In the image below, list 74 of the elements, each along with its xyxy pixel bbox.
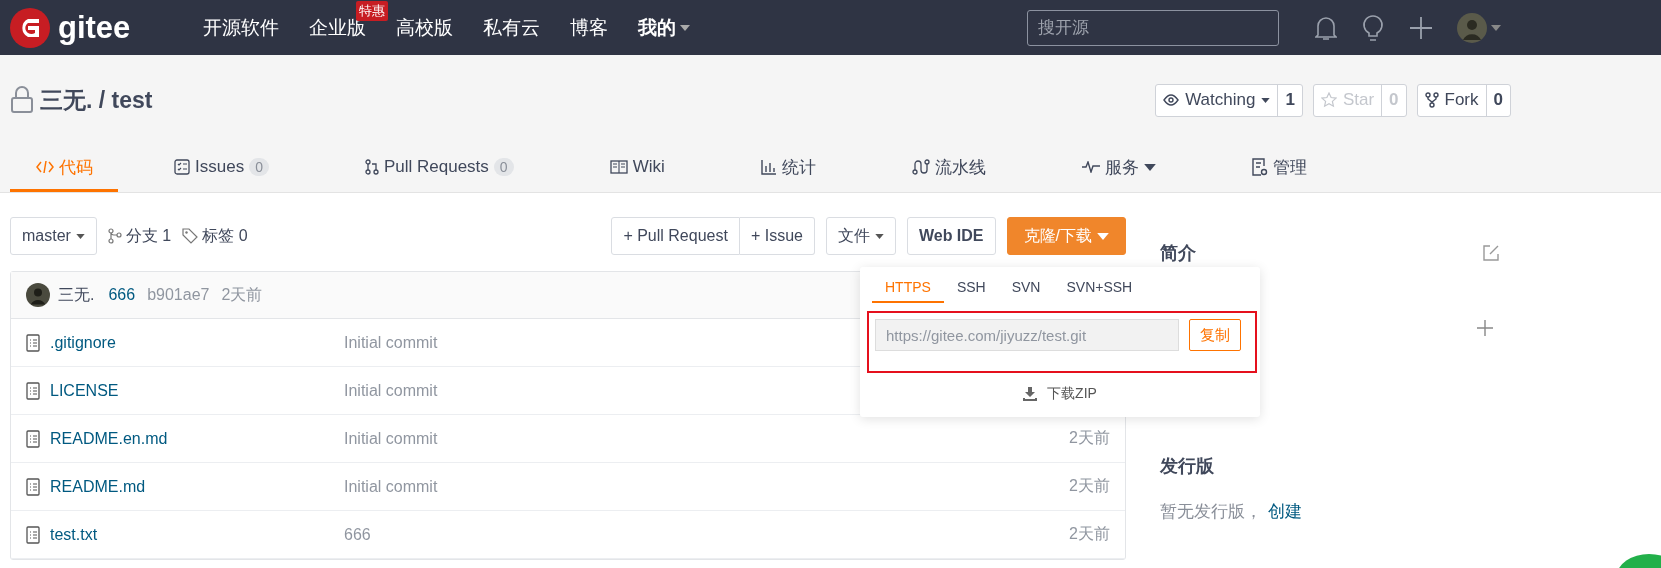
section-title: 简介 [1160, 242, 1196, 265]
repo-tab[interactable]: Pull Requests 0 [338, 145, 532, 192]
promo-badge: 特惠 [356, 0, 388, 21]
caret-icon [1097, 232, 1109, 240]
repo-action-button[interactable]: Fork 0 [1416, 83, 1511, 117]
file-icon [26, 525, 40, 544]
pull-request-icon [364, 159, 379, 175]
nav-link[interactable]: 我的 [623, 14, 705, 41]
repo-action-button[interactable]: Watching 1 [1155, 83, 1303, 117]
code-icon [36, 159, 54, 175]
branch-select[interactable]: master [10, 217, 97, 255]
file-link[interactable]: test.txt [50, 525, 98, 544]
repo-tab[interactable]: 管理 [1225, 145, 1325, 192]
empty-message: 暂无发行版， [1160, 501, 1262, 523]
caret-icon [874, 233, 884, 239]
branch-icon [107, 228, 122, 244]
checklist-icon [174, 159, 190, 175]
fork-icon [1424, 92, 1439, 108]
star-icon [1320, 92, 1337, 108]
new-pull-request-button[interactable]: + Pull Request [611, 217, 740, 255]
avatar[interactable] [1457, 12, 1487, 43]
caret-icon[interactable] [1491, 24, 1501, 31]
file-link[interactable]: README.en.md [50, 429, 168, 448]
files-menu-button[interactable]: 文件 [825, 217, 896, 255]
repo-tab[interactable]: 流水线 [885, 145, 1004, 192]
file-link[interactable]: .gitignore [50, 333, 116, 352]
repo-tab[interactable]: 统计 [734, 145, 834, 192]
file-commit-time: 2天前 [1069, 476, 1110, 496]
file-link[interactable]: README.md [50, 477, 146, 496]
search-field[interactable]: 搜开源 [1027, 9, 1279, 46]
commit-author[interactable]: 三无. [58, 284, 95, 306]
file-icon [26, 477, 40, 496]
lightbulb-icon[interactable] [1361, 13, 1385, 42]
bell-icon[interactable] [1315, 14, 1337, 41]
protocol-tab[interactable]: SVN [998, 275, 1054, 303]
section-title: 发行版 [1160, 455, 1215, 478]
download-zip-link[interactable]: 下载ZIP [860, 385, 1260, 403]
file-link[interactable]: LICENSE [50, 381, 119, 400]
protocol-tab[interactable]: SSH [943, 275, 999, 303]
file-icon [26, 333, 40, 352]
branches-link[interactable]: 分支 1 [107, 225, 172, 247]
file-commit-time: 2天前 [1069, 428, 1110, 448]
nav-link[interactable]: 博客 [555, 14, 623, 41]
plus-icon[interactable] [1409, 15, 1433, 40]
pulse-icon [1081, 161, 1100, 173]
logo-text[interactable]: gitee [58, 9, 131, 46]
file-icon [26, 381, 40, 400]
nav-link[interactable]: 开源软件 [188, 14, 294, 41]
protocol-tab[interactable]: SVN+SSH [1053, 275, 1146, 303]
document-gear-icon [1251, 158, 1268, 176]
caret-icon [75, 233, 85, 239]
pipeline-icon [911, 159, 930, 175]
new-issue-button[interactable]: + Issue [739, 217, 815, 255]
file-icon [26, 429, 40, 448]
commit-message[interactable]: 666 [108, 286, 136, 304]
eye-icon [1163, 94, 1180, 106]
avatar [26, 283, 50, 307]
plus-icon[interactable] [1477, 320, 1493, 336]
bar-chart-icon [760, 159, 777, 175]
repo-tab[interactable]: 服务 [1055, 145, 1174, 192]
file-commit-time: 2天前 [1069, 524, 1110, 544]
tags-link[interactable]: 标签 0 [182, 225, 248, 247]
repo-tab[interactable]: Wiki [583, 145, 683, 192]
web-ide-button[interactable]: Web IDE [906, 217, 996, 255]
nav-link[interactable]: 私有云 [468, 14, 555, 41]
create-link[interactable]: 创建 [1268, 500, 1302, 523]
repo-title[interactable]: 三无. / test [40, 84, 153, 116]
book-icon [609, 160, 628, 174]
download-icon [1023, 387, 1038, 401]
repo-tab[interactable]: Issues 0 [148, 145, 287, 192]
logo-icon[interactable] [10, 7, 50, 48]
edit-icon[interactable] [1482, 244, 1500, 262]
commit-time: 2天前 [221, 284, 263, 305]
tag-icon [182, 228, 199, 244]
